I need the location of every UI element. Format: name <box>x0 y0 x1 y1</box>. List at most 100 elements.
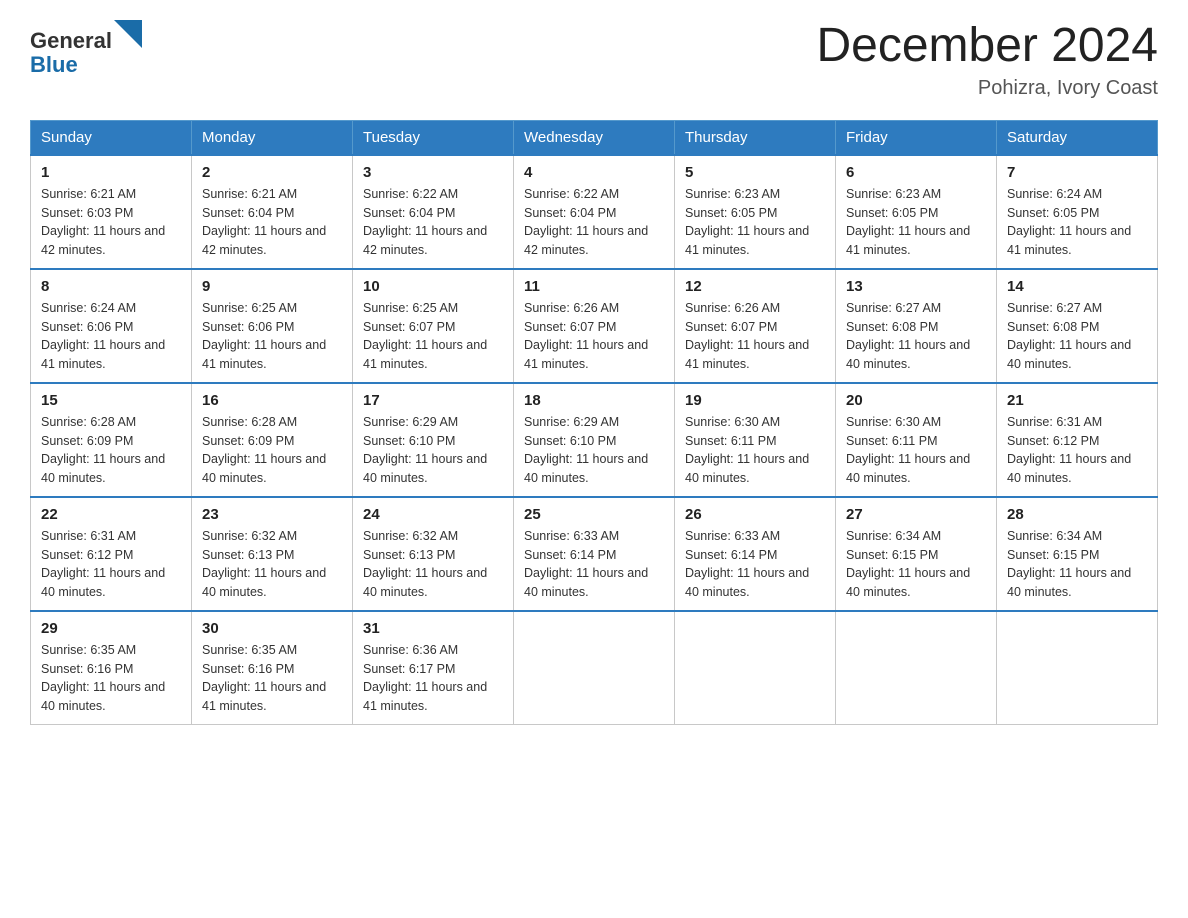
day-info: Sunrise: 6:22 AMSunset: 6:04 PMDaylight:… <box>363 185 503 260</box>
day-info: Sunrise: 6:23 AMSunset: 6:05 PMDaylight:… <box>685 185 825 260</box>
calendar-week-row: 15 Sunrise: 6:28 AMSunset: 6:09 PMDaylig… <box>31 383 1158 497</box>
day-info: Sunrise: 6:33 AMSunset: 6:14 PMDaylight:… <box>524 527 664 602</box>
table-row: 19 Sunrise: 6:30 AMSunset: 6:11 PMDaylig… <box>675 383 836 497</box>
day-info: Sunrise: 6:27 AMSunset: 6:08 PMDaylight:… <box>1007 299 1147 374</box>
logo: General Blue <box>30 20 142 77</box>
calendar-table: Sunday Monday Tuesday Wednesday Thursday… <box>30 120 1158 725</box>
header-saturday: Saturday <box>997 120 1158 155</box>
day-info: Sunrise: 6:35 AMSunset: 6:16 PMDaylight:… <box>202 641 342 716</box>
day-number: 11 <box>524 278 664 295</box>
table-row: 30 Sunrise: 6:35 AMSunset: 6:16 PMDaylig… <box>192 611 353 725</box>
day-number: 22 <box>41 506 181 523</box>
table-row: 27 Sunrise: 6:34 AMSunset: 6:15 PMDaylig… <box>836 497 997 611</box>
day-number: 26 <box>685 506 825 523</box>
day-number: 15 <box>41 392 181 409</box>
table-row: 5 Sunrise: 6:23 AMSunset: 6:05 PMDayligh… <box>675 155 836 269</box>
day-info: Sunrise: 6:23 AMSunset: 6:05 PMDaylight:… <box>846 185 986 260</box>
day-number: 3 <box>363 164 503 181</box>
calendar-header-row: Sunday Monday Tuesday Wednesday Thursday… <box>31 120 1158 155</box>
day-info: Sunrise: 6:31 AMSunset: 6:12 PMDaylight:… <box>1007 413 1147 488</box>
table-row: 8 Sunrise: 6:24 AMSunset: 6:06 PMDayligh… <box>31 269 192 383</box>
table-row: 21 Sunrise: 6:31 AMSunset: 6:12 PMDaylig… <box>997 383 1158 497</box>
header-sunday: Sunday <box>31 120 192 155</box>
day-info: Sunrise: 6:21 AMSunset: 6:03 PMDaylight:… <box>41 185 181 260</box>
logo-icon <box>114 20 142 48</box>
table-row: 12 Sunrise: 6:26 AMSunset: 6:07 PMDaylig… <box>675 269 836 383</box>
header-tuesday: Tuesday <box>353 120 514 155</box>
table-row: 16 Sunrise: 6:28 AMSunset: 6:09 PMDaylig… <box>192 383 353 497</box>
day-info: Sunrise: 6:31 AMSunset: 6:12 PMDaylight:… <box>41 527 181 602</box>
day-info: Sunrise: 6:30 AMSunset: 6:11 PMDaylight:… <box>846 413 986 488</box>
day-info: Sunrise: 6:26 AMSunset: 6:07 PMDaylight:… <box>524 299 664 374</box>
day-info: Sunrise: 6:35 AMSunset: 6:16 PMDaylight:… <box>41 641 181 716</box>
table-row <box>836 611 997 725</box>
day-info: Sunrise: 6:29 AMSunset: 6:10 PMDaylight:… <box>524 413 664 488</box>
day-number: 6 <box>846 164 986 181</box>
day-number: 29 <box>41 620 181 637</box>
day-number: 7 <box>1007 164 1147 181</box>
table-row: 2 Sunrise: 6:21 AMSunset: 6:04 PMDayligh… <box>192 155 353 269</box>
location: Pohizra, Ivory Coast <box>816 77 1158 100</box>
page-header: General Blue December 2024 Pohizra, Ivor… <box>30 20 1158 100</box>
day-info: Sunrise: 6:21 AMSunset: 6:04 PMDaylight:… <box>202 185 342 260</box>
day-info: Sunrise: 6:32 AMSunset: 6:13 PMDaylight:… <box>202 527 342 602</box>
day-number: 14 <box>1007 278 1147 295</box>
logo-blue-text: Blue <box>30 53 142 77</box>
table-row: 15 Sunrise: 6:28 AMSunset: 6:09 PMDaylig… <box>31 383 192 497</box>
table-row: 3 Sunrise: 6:22 AMSunset: 6:04 PMDayligh… <box>353 155 514 269</box>
day-info: Sunrise: 6:25 AMSunset: 6:07 PMDaylight:… <box>363 299 503 374</box>
table-row: 23 Sunrise: 6:32 AMSunset: 6:13 PMDaylig… <box>192 497 353 611</box>
day-number: 13 <box>846 278 986 295</box>
day-info: Sunrise: 6:32 AMSunset: 6:13 PMDaylight:… <box>363 527 503 602</box>
table-row: 18 Sunrise: 6:29 AMSunset: 6:10 PMDaylig… <box>514 383 675 497</box>
day-info: Sunrise: 6:24 AMSunset: 6:06 PMDaylight:… <box>41 299 181 374</box>
table-row: 20 Sunrise: 6:30 AMSunset: 6:11 PMDaylig… <box>836 383 997 497</box>
calendar-week-row: 1 Sunrise: 6:21 AMSunset: 6:03 PMDayligh… <box>31 155 1158 269</box>
day-number: 10 <box>363 278 503 295</box>
day-number: 24 <box>363 506 503 523</box>
day-info: Sunrise: 6:26 AMSunset: 6:07 PMDaylight:… <box>685 299 825 374</box>
table-row: 13 Sunrise: 6:27 AMSunset: 6:08 PMDaylig… <box>836 269 997 383</box>
day-number: 4 <box>524 164 664 181</box>
day-number: 8 <box>41 278 181 295</box>
day-number: 30 <box>202 620 342 637</box>
day-number: 25 <box>524 506 664 523</box>
month-title: December 2024 <box>816 20 1158 73</box>
day-number: 1 <box>41 164 181 181</box>
day-info: Sunrise: 6:28 AMSunset: 6:09 PMDaylight:… <box>41 413 181 488</box>
day-info: Sunrise: 6:22 AMSunset: 6:04 PMDaylight:… <box>524 185 664 260</box>
table-row <box>675 611 836 725</box>
table-row: 6 Sunrise: 6:23 AMSunset: 6:05 PMDayligh… <box>836 155 997 269</box>
header-thursday: Thursday <box>675 120 836 155</box>
day-info: Sunrise: 6:33 AMSunset: 6:14 PMDaylight:… <box>685 527 825 602</box>
day-number: 18 <box>524 392 664 409</box>
day-info: Sunrise: 6:36 AMSunset: 6:17 PMDaylight:… <box>363 641 503 716</box>
day-info: Sunrise: 6:34 AMSunset: 6:15 PMDaylight:… <box>1007 527 1147 602</box>
table-row: 7 Sunrise: 6:24 AMSunset: 6:05 PMDayligh… <box>997 155 1158 269</box>
table-row: 22 Sunrise: 6:31 AMSunset: 6:12 PMDaylig… <box>31 497 192 611</box>
day-info: Sunrise: 6:24 AMSunset: 6:05 PMDaylight:… <box>1007 185 1147 260</box>
table-row <box>997 611 1158 725</box>
calendar-week-row: 22 Sunrise: 6:31 AMSunset: 6:12 PMDaylig… <box>31 497 1158 611</box>
day-info: Sunrise: 6:34 AMSunset: 6:15 PMDaylight:… <box>846 527 986 602</box>
day-number: 5 <box>685 164 825 181</box>
day-number: 28 <box>1007 506 1147 523</box>
day-number: 2 <box>202 164 342 181</box>
table-row: 26 Sunrise: 6:33 AMSunset: 6:14 PMDaylig… <box>675 497 836 611</box>
header-monday: Monday <box>192 120 353 155</box>
table-row: 28 Sunrise: 6:34 AMSunset: 6:15 PMDaylig… <box>997 497 1158 611</box>
day-number: 27 <box>846 506 986 523</box>
table-row: 17 Sunrise: 6:29 AMSunset: 6:10 PMDaylig… <box>353 383 514 497</box>
day-info: Sunrise: 6:28 AMSunset: 6:09 PMDaylight:… <box>202 413 342 488</box>
logo-text: General <box>30 20 142 53</box>
table-row: 9 Sunrise: 6:25 AMSunset: 6:06 PMDayligh… <box>192 269 353 383</box>
header-wednesday: Wednesday <box>514 120 675 155</box>
day-number: 12 <box>685 278 825 295</box>
day-number: 19 <box>685 392 825 409</box>
day-number: 23 <box>202 506 342 523</box>
day-info: Sunrise: 6:27 AMSunset: 6:08 PMDaylight:… <box>846 299 986 374</box>
day-info: Sunrise: 6:29 AMSunset: 6:10 PMDaylight:… <box>363 413 503 488</box>
calendar-week-row: 8 Sunrise: 6:24 AMSunset: 6:06 PMDayligh… <box>31 269 1158 383</box>
header-friday: Friday <box>836 120 997 155</box>
day-number: 20 <box>846 392 986 409</box>
